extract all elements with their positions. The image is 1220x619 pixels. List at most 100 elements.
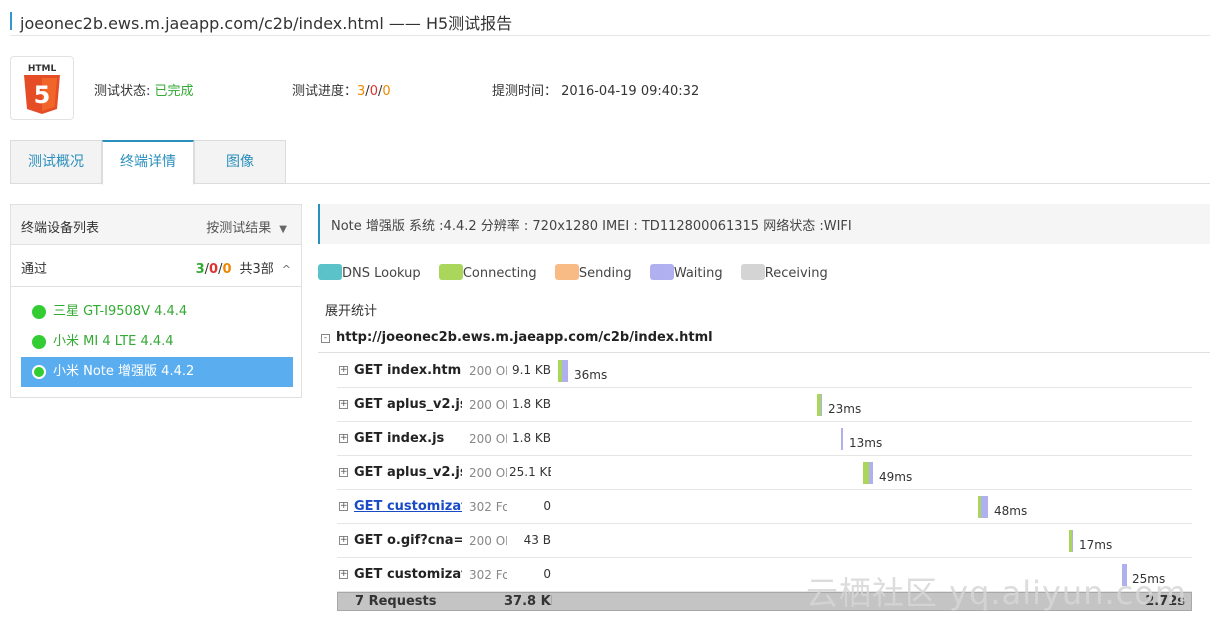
sort-label: 按测试结果 bbox=[206, 221, 272, 236]
expand-toggle-icon[interactable]: + bbox=[339, 434, 348, 443]
legend-label: DNS Lookup bbox=[342, 266, 421, 281]
device-list-title: 终端设备列表 bbox=[21, 221, 100, 236]
legend-swatch bbox=[438, 264, 463, 280]
title-accent bbox=[10, 12, 12, 30]
legend-receiving: Receiving bbox=[740, 264, 828, 282]
device-list-header: 终端设备列表 按测试结果 ▼ bbox=[11, 205, 301, 245]
request-name: GET o.gif?cna=O3 bbox=[354, 533, 462, 548]
waiting-segment bbox=[869, 462, 873, 484]
request-name: GET index.html bbox=[354, 363, 462, 378]
legend-connecting: Connecting bbox=[438, 264, 537, 282]
request-row[interactable]: + GET index.js 200 OK 1.8 KB 13ms bbox=[337, 422, 1192, 456]
timing-legend: DNS Lookup Connecting Sending Waiting Re… bbox=[318, 264, 842, 284]
request-duration: 36ms bbox=[574, 368, 608, 382]
request-row[interactable]: + GET o.gif?cna=O3 200 OK 43 B 17ms bbox=[337, 524, 1192, 558]
request-size: 0 bbox=[543, 567, 551, 581]
request-status: 200 OK bbox=[469, 398, 507, 412]
request-duration: 17ms bbox=[1079, 538, 1113, 552]
request-name: GET aplus_v2.js bbox=[354, 397, 462, 412]
request-duration: 13ms bbox=[849, 436, 883, 450]
expand-toggle-icon[interactable]: + bbox=[339, 536, 348, 545]
html5-logo: HTML 5 bbox=[10, 56, 74, 120]
request-status: 302 Found bbox=[469, 568, 507, 582]
collapse-toggle-icon[interactable]: - bbox=[321, 334, 330, 343]
legend-dns: DNS Lookup bbox=[318, 264, 421, 282]
legend-label: Waiting bbox=[673, 266, 723, 281]
expand-toggle-icon[interactable]: + bbox=[339, 366, 348, 375]
fail-count: 0 bbox=[209, 262, 219, 277]
expand-toggle-icon[interactable]: + bbox=[339, 468, 348, 477]
html5-logo-label: HTML bbox=[28, 64, 57, 74]
device-item-selected[interactable]: 小米 Note 增强版 4.4.2 bbox=[21, 357, 293, 387]
device-list: 三星 GT-I9508V 4.4.4 小米 MI 4 LTE 4.4.4 小米 … bbox=[21, 297, 293, 387]
total-size: 37.8 KB bbox=[504, 594, 552, 609]
tab-device-details[interactable]: 终端详情 bbox=[102, 140, 194, 185]
sort-by-result-dropdown[interactable]: 按测试结果 ▼ bbox=[206, 217, 287, 236]
tab-images[interactable]: 图像 bbox=[194, 140, 286, 184]
waiting-segment bbox=[841, 428, 843, 450]
pass-group-header[interactable]: 通过 3/0/0 共3部 ^ bbox=[11, 245, 301, 287]
device-list-panel: 终端设备列表 按测试结果 ▼ 通过 3/0/0 共3部 ^ 三星 GT-I9508V … bbox=[10, 204, 302, 398]
html5-icon: HTML 5 bbox=[24, 64, 60, 114]
timing-bar bbox=[1069, 530, 1073, 552]
tab-overview[interactable]: 测试概况 bbox=[10, 140, 102, 184]
request-count: 7 Requests bbox=[355, 594, 437, 609]
request-status: 200 OK bbox=[469, 364, 507, 378]
root-url-row[interactable]: - http://joeonec2b.ews.m.jaeapp.com/c2b/… bbox=[318, 323, 1210, 353]
expand-stats-link[interactable]: 展开统计 bbox=[325, 300, 377, 319]
timing-bar bbox=[978, 496, 988, 518]
expand-toggle-icon[interactable]: + bbox=[339, 502, 348, 511]
test-status: 测试状态: 已完成 bbox=[94, 80, 194, 99]
waiting-segment bbox=[562, 360, 568, 382]
request-status: 200 OK bbox=[469, 432, 507, 446]
progress-pending: 0 bbox=[382, 84, 391, 99]
request-duration: 49ms bbox=[879, 470, 913, 484]
request-name-link[interactable]: GET customizationjs bbox=[354, 499, 462, 514]
waiting-segment bbox=[821, 394, 822, 416]
test-progress: 测试进度：3/0/0 bbox=[292, 80, 391, 99]
request-row[interactable]: + GET aplus_v2.js 200 OK 25.1 KB 49ms bbox=[337, 456, 1192, 490]
collapse-chevron-icon[interactable]: ^ bbox=[282, 263, 291, 276]
report-tabs: 测试概况 终端详情 图像 bbox=[10, 140, 1210, 185]
pass-status-icon bbox=[32, 365, 46, 379]
device-total: 共3部 bbox=[239, 262, 274, 277]
watermark: 云栖社区 yq.aliyun.com bbox=[806, 574, 1188, 612]
legend-label: Connecting bbox=[462, 266, 537, 281]
timing-bar bbox=[841, 428, 843, 450]
legend-swatch bbox=[649, 264, 674, 280]
root-url: http://joeonec2b.ews.m.jaeapp.com/c2b/in… bbox=[336, 330, 713, 345]
legend-label: Sending bbox=[578, 266, 632, 281]
report-title-bar: joeonec2b.ews.m.jaeapp.com/c2b/index.htm… bbox=[10, 8, 1210, 36]
waiting-segment bbox=[1072, 530, 1073, 552]
request-size: 43 B bbox=[523, 533, 551, 547]
html5-logo-badge: 5 bbox=[34, 81, 51, 109]
request-row[interactable]: + GET index.html 200 OK 9.1 KB 36ms bbox=[337, 354, 1192, 388]
legend-swatch bbox=[318, 264, 342, 280]
pass-group-label: 通过 bbox=[21, 262, 48, 277]
device-info-bar: Note 增强版 系统 :4.4.2 分辨率 : 720x1280 IMEI :… bbox=[318, 204, 1210, 244]
pass-status-icon bbox=[32, 305, 46, 319]
request-row[interactable]: + GET aplus_v2.js 200 OK 1.8 KB 23ms bbox=[337, 388, 1192, 422]
legend-sending: Sending bbox=[554, 264, 632, 282]
pass-group-counts: 3/0/0 共3部 ^ bbox=[196, 258, 291, 277]
request-size: 1.8 KB bbox=[512, 431, 551, 445]
submit-time-label: 提测时间： bbox=[492, 84, 558, 99]
legend-label: Receiving bbox=[764, 266, 828, 281]
submit-time-value: 2016-04-19 09:40:32 bbox=[561, 84, 700, 99]
device-info-text: Note 增强版 系统 :4.4.2 分辨率 : 720x1280 IMEI :… bbox=[331, 219, 852, 234]
request-status: 200 OK bbox=[469, 534, 507, 548]
timing-bar bbox=[863, 462, 873, 484]
expand-toggle-icon[interactable]: + bbox=[339, 400, 348, 409]
device-item[interactable]: 三星 GT-I9508V 4.4.4 bbox=[21, 297, 293, 327]
request-size: 1.8 KB bbox=[512, 397, 551, 411]
request-name: GET index.js bbox=[354, 431, 445, 446]
pass-count: 3 bbox=[195, 262, 205, 277]
request-duration: 48ms bbox=[994, 504, 1028, 518]
request-size: 9.1 KB bbox=[512, 363, 551, 377]
expand-toggle-icon[interactable]: + bbox=[339, 570, 348, 579]
progress-fail: 0 bbox=[369, 84, 378, 99]
request-row[interactable]: + GET customizationjs 302 Found 0 48ms bbox=[337, 490, 1192, 524]
legend-swatch bbox=[554, 264, 579, 280]
device-item[interactable]: 小米 MI 4 LTE 4.4.4 bbox=[21, 327, 293, 357]
legend-swatch bbox=[740, 264, 765, 280]
